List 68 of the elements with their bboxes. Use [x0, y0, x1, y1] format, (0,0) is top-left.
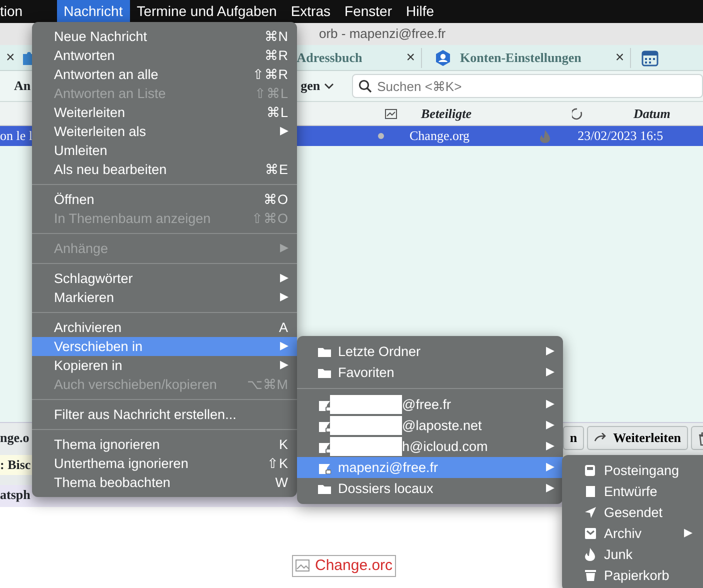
menu-bar-item[interactable]: Nachricht	[56, 0, 130, 23]
shortcut-text: ⇧⌘R	[252, 66, 288, 84]
subject-text: on le l	[0, 127, 32, 146]
menu-bar-item[interactable]: Fenster	[338, 0, 399, 23]
menu-item[interactable]: @laposte.net ▶	[297, 415, 563, 436]
close-button[interactable]: ×	[400, 44, 422, 70]
close-button[interactable]: ×	[609, 44, 630, 70]
menu-bar-item[interactable]: tion	[0, 0, 30, 23]
menu-item[interactable]: Thema ignorieren K	[32, 435, 297, 454]
toolbar-dropdown[interactable]: gen	[300, 76, 334, 96]
search-field[interactable]: Suchen <⌘K>	[352, 74, 703, 98]
menu-item[interactable]: Archiv ▶	[562, 523, 703, 544]
menu-item[interactable]: Favoriten ▶	[297, 362, 563, 383]
menu-item[interactable]: Weiterleiten ⌘L	[32, 103, 297, 122]
shortcut-text: ▶	[280, 339, 288, 354]
shortcut-text: ▶	[280, 124, 288, 139]
menu-item[interactable]: h@icloud.com ▶	[297, 436, 563, 457]
toolbar-button[interactable]: An	[14, 76, 31, 96]
date-text: 23/02/2023 16:5	[578, 127, 664, 146]
menu-bar-item[interactable]: Extras	[284, 0, 338, 23]
menu-item[interactable]: Papierkorb	[562, 565, 703, 586]
tab[interactable]: Konten-Einstellungen	[460, 48, 582, 68]
submenu-arrow: ▶	[546, 344, 554, 359]
shortcut-text: ▶	[280, 290, 288, 305]
menu-item[interactable]: Unterthema ignorieren ⇧K	[32, 454, 297, 473]
submenu-arrow: ▶	[546, 397, 554, 412]
column-header[interactable]: Beteiligte	[421, 104, 472, 124]
image-text: Change.orc	[315, 556, 393, 576]
shortcut-text: ⌘O	[263, 191, 288, 209]
header-button[interactable]: Weiterleiten	[587, 426, 688, 450]
menu-bar-item[interactable]: Termine und Aufgaben	[130, 0, 284, 23]
submenu-arrow: ▶	[546, 460, 554, 475]
sender-text: nge.o	[0, 429, 30, 448]
menu-item[interactable]: @free.fr ▶	[297, 394, 563, 415]
close-button[interactable]: ×	[0, 44, 21, 70]
menu-bar-item[interactable]: Hilfe	[398, 0, 441, 23]
menu-item[interactable]: Antworten ⌘R	[32, 46, 297, 65]
participant-text: Change.org	[410, 127, 470, 146]
shortcut-text: ⇧K	[266, 455, 288, 473]
submenu-arrow: ▶	[684, 526, 692, 541]
submenu-arrow: ▶	[546, 439, 554, 454]
tab[interactable]: Adressbuch	[296, 48, 362, 68]
menu-item[interactable]: Filter aus Nachricht erstellen...	[32, 405, 297, 424]
menu-item[interactable]: Junk	[562, 544, 703, 565]
shortcut-text: ⌘L	[266, 104, 288, 122]
shortcut-text: ▶	[280, 241, 288, 256]
menu-item[interactable]: Schlagwörter ▶	[32, 269, 297, 288]
menu-item[interactable]: Antworten an alle ⇧⌘R	[32, 65, 297, 84]
shortcut-text: ▶	[280, 358, 288, 373]
shortcut-text: ▶	[280, 271, 288, 286]
shortcut-text: K	[278, 436, 288, 454]
menu-item[interactable]: Archivieren A	[32, 318, 297, 337]
shortcut-text: ⌘E	[264, 161, 288, 179]
submenu-arrow: ▶	[546, 418, 554, 433]
menu-item[interactable]: Letzte Ordner ▶	[297, 341, 563, 362]
shortcut-text: ⌘R	[264, 47, 288, 65]
shortcut-text: A	[278, 319, 288, 337]
menu-item[interactable]: Markieren ▶	[32, 288, 297, 307]
menu-item[interactable]: Öffnen ⌘O	[32, 190, 297, 209]
submenu-arrow: ▶	[546, 365, 554, 380]
shortcut-text: ⌘N	[264, 28, 288, 46]
menu-item[interactable]: Als neu bearbeiten ⌘E	[32, 160, 297, 179]
column-header[interactable]: Datum	[634, 104, 670, 124]
menu-item[interactable]: Verschieben in ▶	[32, 337, 297, 356]
menu-item[interactable]: mapenzi@free.fr ▶	[297, 457, 563, 478]
header-button[interactable]: n	[562, 426, 584, 450]
menu-item[interactable]: Neue Nachricht ⌘N	[32, 27, 297, 46]
menu-item[interactable]: Kopieren in ▶	[32, 356, 297, 375]
